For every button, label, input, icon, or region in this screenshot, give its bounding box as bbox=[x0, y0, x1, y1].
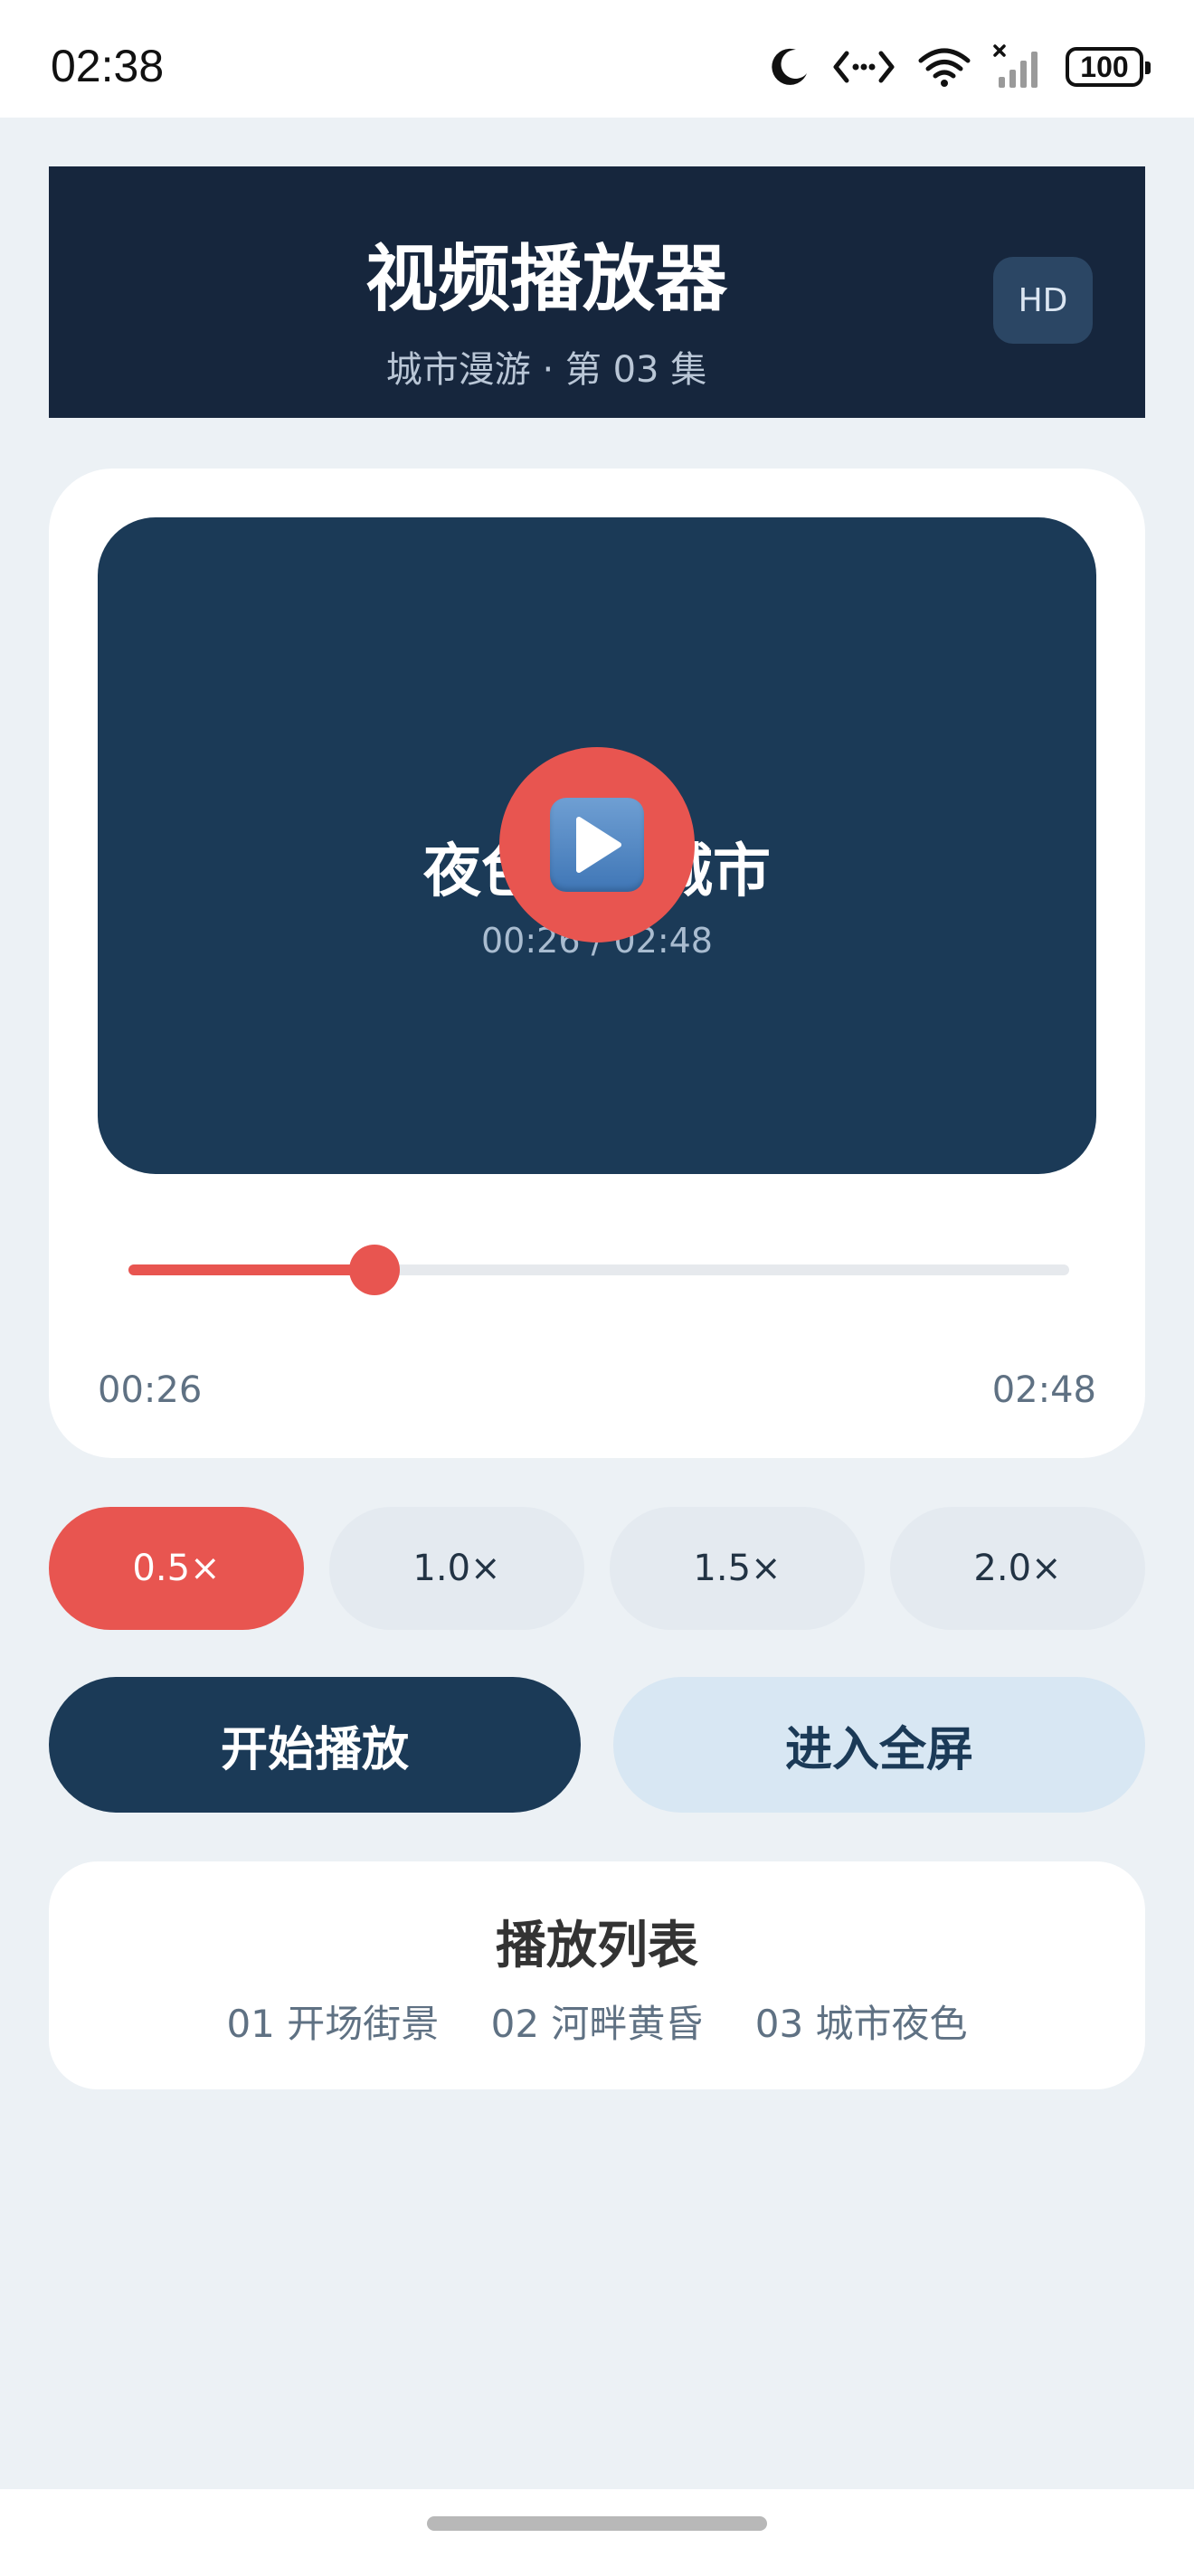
player-card: 夜色中的城市 00:26 / 02:48 00:26 02:48 bbox=[49, 469, 1145, 1458]
start-play-button[interactable]: 开始播放 bbox=[49, 1677, 581, 1813]
progress-slider[interactable] bbox=[128, 1245, 1069, 1295]
playlist-items: 01 开场街景 02 河畔黄昏 03 城市夜色 bbox=[49, 1994, 1145, 2049]
progress-fill bbox=[128, 1264, 375, 1275]
playlist-title: 播放列表 bbox=[496, 1917, 698, 1975]
current-time: 00:26 bbox=[98, 1369, 203, 1411]
wifi-icon bbox=[918, 48, 971, 87]
speed-option-1.5[interactable]: 1.5× bbox=[610, 1507, 865, 1630]
playlist-item[interactable]: 02 河畔黄昏 bbox=[491, 2002, 704, 2046]
status-bar: 02:38 100 bbox=[0, 0, 1194, 118]
playlist-card: 播放列表 01 开场街景 02 河畔黄昏 03 城市夜色 bbox=[49, 1861, 1145, 2089]
data-transfer-icon bbox=[833, 51, 895, 83]
speed-option-2.0[interactable]: 2.0× bbox=[890, 1507, 1145, 1630]
speed-option-1.0[interactable]: 1.0× bbox=[329, 1507, 584, 1630]
progress-thumb[interactable] bbox=[349, 1245, 401, 1295]
page-title: 视频播放器 bbox=[365, 237, 727, 321]
play-button[interactable] bbox=[499, 747, 695, 942]
signal-icon bbox=[993, 44, 1038, 88]
app-header: 视频播放器 城市漫游 · 第 03 集 HD bbox=[49, 166, 1145, 418]
battery-icon: 100 bbox=[1066, 47, 1151, 87]
system-nav-bar bbox=[0, 2489, 1194, 2576]
page-subtitle: 城市漫游 · 第 03 集 bbox=[385, 349, 707, 391]
playlist-item[interactable]: 03 城市夜色 bbox=[755, 2002, 968, 2046]
header-titles: 视频播放器 城市漫游 · 第 03 集 bbox=[49, 221, 1044, 393]
status-time: 02:38 bbox=[51, 41, 165, 91]
total-time: 02:48 bbox=[991, 1369, 1096, 1411]
speed-option-0.5[interactable]: 0.5× bbox=[49, 1507, 304, 1630]
play-icon bbox=[550, 798, 644, 892]
speed-selector: 0.5× 1.0× 1.5× 2.0× bbox=[49, 1507, 1145, 1630]
hd-badge[interactable]: HD bbox=[993, 257, 1093, 344]
fullscreen-button[interactable]: 进入全屏 bbox=[613, 1677, 1145, 1813]
status-icons: 100 bbox=[769, 40, 1151, 94]
moon-icon bbox=[772, 48, 807, 85]
home-indicator[interactable] bbox=[427, 2516, 767, 2531]
playlist-item[interactable]: 01 开场街景 bbox=[226, 2002, 439, 2046]
